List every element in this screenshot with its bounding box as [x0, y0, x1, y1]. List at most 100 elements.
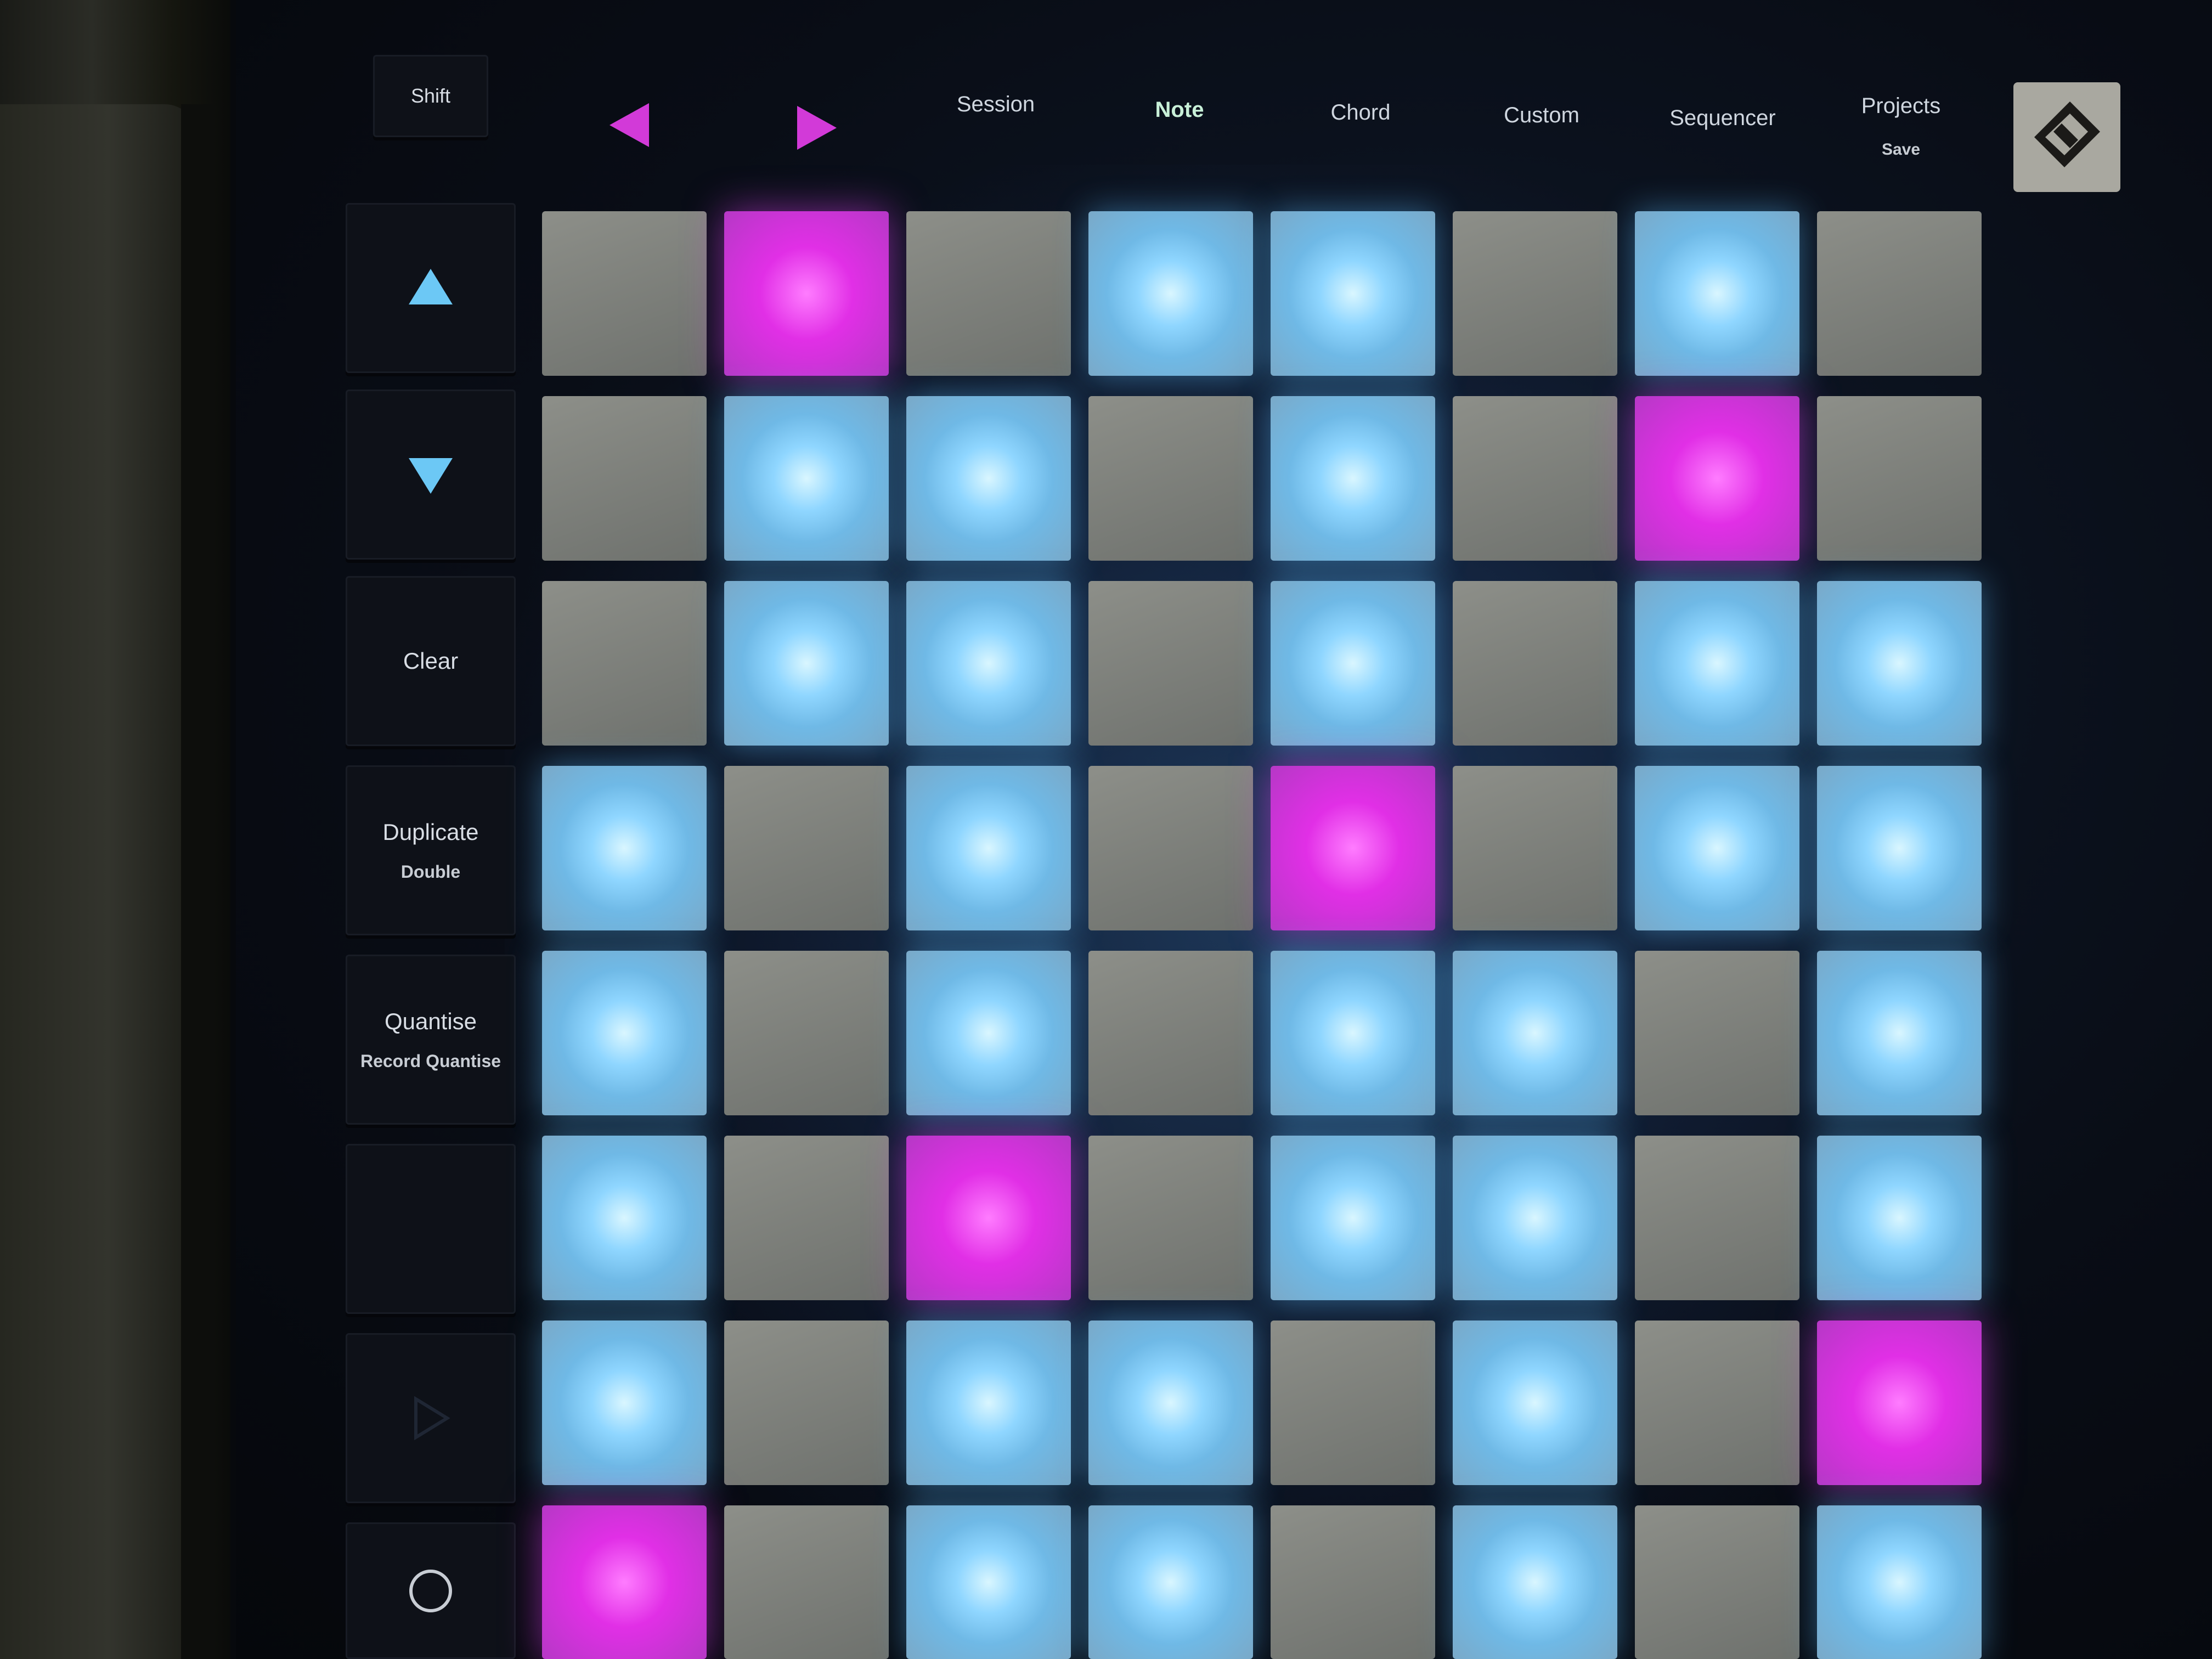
down-arrow-button[interactable]	[346, 390, 516, 560]
pad-r6-c1[interactable]	[542, 1136, 707, 1300]
pad-r3-c6[interactable]	[1453, 581, 1617, 746]
quantise-button[interactable]: Quantise Record Quantise	[346, 955, 516, 1125]
pad-r2-c3[interactable]	[906, 396, 1071, 561]
pad-r7-c2[interactable]	[724, 1321, 889, 1485]
projects-label: Projects	[1861, 93, 1941, 118]
pad-r8-c7[interactable]	[1635, 1505, 1799, 1659]
sequencer-button[interactable]: Sequencer	[1638, 36, 1808, 200]
pad-r3-c8[interactable]	[1817, 581, 1982, 746]
pad-r6-c5[interactable]	[1271, 1136, 1435, 1300]
device-case-edge	[0, 0, 230, 1659]
pad-r5-c3[interactable]	[906, 951, 1071, 1115]
right-arrow-icon	[797, 106, 837, 150]
pad-r3-c2[interactable]	[724, 581, 889, 746]
unlit-side-button[interactable]	[346, 1144, 516, 1314]
pad-r6-c2[interactable]	[724, 1136, 889, 1300]
pad-r8-c8[interactable]	[1817, 1505, 1982, 1659]
chord-label: Chord	[1330, 100, 1391, 125]
pad-r2-c5[interactable]	[1271, 396, 1435, 561]
pad-r1-c1[interactable]	[542, 211, 707, 376]
pad-r6-c8[interactable]	[1817, 1136, 1982, 1300]
pad-r4-c4[interactable]	[1088, 766, 1253, 930]
pad-r1-c4[interactable]	[1088, 211, 1253, 376]
pad-r7-c4[interactable]	[1088, 1321, 1253, 1485]
pad-r4-c8[interactable]	[1817, 766, 1982, 930]
pad-r6-c3[interactable]	[906, 1136, 1071, 1300]
pad-r7-c5[interactable]	[1271, 1321, 1435, 1485]
pad-r5-c6[interactable]	[1453, 951, 1617, 1115]
duplicate-sub-label: Double	[400, 861, 461, 882]
pad-r3-c4[interactable]	[1088, 581, 1253, 746]
pad-r8-c2[interactable]	[724, 1505, 889, 1659]
duplicate-button[interactable]: Duplicate Double	[346, 765, 516, 935]
quantise-label: Quantise	[384, 1008, 477, 1034]
up-arrow-button[interactable]	[346, 203, 516, 373]
duplicate-label: Duplicate	[382, 819, 479, 845]
custom-button[interactable]: Custom	[1457, 33, 1627, 198]
play-button[interactable]	[346, 1333, 516, 1503]
pad-r6-c6[interactable]	[1453, 1136, 1617, 1300]
shift-label: Shift	[410, 84, 451, 107]
pad-r2-c1[interactable]	[542, 396, 707, 561]
pad-r1-c5[interactable]	[1271, 211, 1435, 376]
quantise-sub-label: Record Quantise	[360, 1051, 501, 1071]
pad-r4-c3[interactable]	[906, 766, 1071, 930]
shift-button[interactable]: Shift	[373, 55, 488, 137]
pad-r8-c3[interactable]	[906, 1505, 1071, 1659]
session-button[interactable]: Session	[911, 22, 1081, 187]
pad-r4-c7[interactable]	[1635, 766, 1799, 930]
right-arrow-button[interactable]	[730, 22, 900, 187]
chord-button[interactable]: Chord	[1276, 30, 1446, 195]
pad-r3-c3[interactable]	[906, 581, 1071, 746]
pad-r4-c1[interactable]	[542, 766, 707, 930]
pad-r5-c1[interactable]	[542, 951, 707, 1115]
pad-r2-c2[interactable]	[724, 396, 889, 561]
left-arrow-button[interactable]	[549, 22, 719, 187]
pad-r2-c7[interactable]	[1635, 396, 1799, 561]
pad-r8-c1[interactable]	[542, 1505, 707, 1659]
pad-r1-c3[interactable]	[906, 211, 1071, 376]
pad-r5-c8[interactable]	[1817, 951, 1982, 1115]
custom-label: Custom	[1504, 103, 1579, 127]
pad-r3-c1[interactable]	[542, 581, 707, 746]
pad-r5-c2[interactable]	[724, 951, 889, 1115]
projects-sub-label: Save	[1881, 140, 1921, 159]
pad-r4-c2[interactable]	[724, 766, 889, 930]
pad-r8-c5[interactable]	[1271, 1505, 1435, 1659]
pad-r1-c8[interactable]	[1817, 211, 1982, 376]
projects-button[interactable]: Projects Save	[1816, 44, 1986, 208]
pad-r7-c6[interactable]	[1453, 1321, 1617, 1485]
pad-r4-c5[interactable]	[1271, 766, 1435, 930]
pad-r8-c6[interactable]	[1453, 1505, 1617, 1659]
record-button[interactable]	[346, 1522, 516, 1659]
left-arrow-icon	[610, 103, 649, 147]
pad-r4-c6[interactable]	[1453, 766, 1617, 930]
pad-r7-c3[interactable]	[906, 1321, 1071, 1485]
pad-r5-c4[interactable]	[1088, 951, 1253, 1115]
down-arrow-icon	[409, 458, 453, 494]
pad-r5-c5[interactable]	[1271, 951, 1435, 1115]
pad-r6-c4[interactable]	[1088, 1136, 1253, 1300]
pad-r1-c7[interactable]	[1635, 211, 1799, 376]
pad-r1-c2[interactable]	[724, 211, 889, 376]
circle-record-icon	[409, 1569, 452, 1612]
pad-r7-c7[interactable]	[1635, 1321, 1799, 1485]
pad-r1-c6[interactable]	[1453, 211, 1617, 376]
pad-r6-c7[interactable]	[1635, 1136, 1799, 1300]
pad-r3-c7[interactable]	[1635, 581, 1799, 746]
pad-r5-c7[interactable]	[1635, 951, 1799, 1115]
note-button[interactable]: Note	[1094, 27, 1265, 192]
up-arrow-icon	[409, 269, 453, 304]
pad-r2-c8[interactable]	[1817, 396, 1982, 561]
sequencer-label: Sequencer	[1669, 105, 1776, 130]
pad-r7-c1[interactable]	[542, 1321, 707, 1485]
clear-button[interactable]: Clear	[346, 576, 516, 746]
pad-r2-c6[interactable]	[1453, 396, 1617, 561]
pad-r3-c5[interactable]	[1271, 581, 1435, 746]
novation-logo-icon	[2034, 101, 2100, 167]
novation-logo	[2013, 82, 2120, 192]
pad-r2-c4[interactable]	[1088, 396, 1253, 561]
pad-r7-c8[interactable]	[1817, 1321, 1982, 1485]
session-label: Session	[956, 92, 1035, 116]
pad-r8-c4[interactable]	[1088, 1505, 1253, 1659]
